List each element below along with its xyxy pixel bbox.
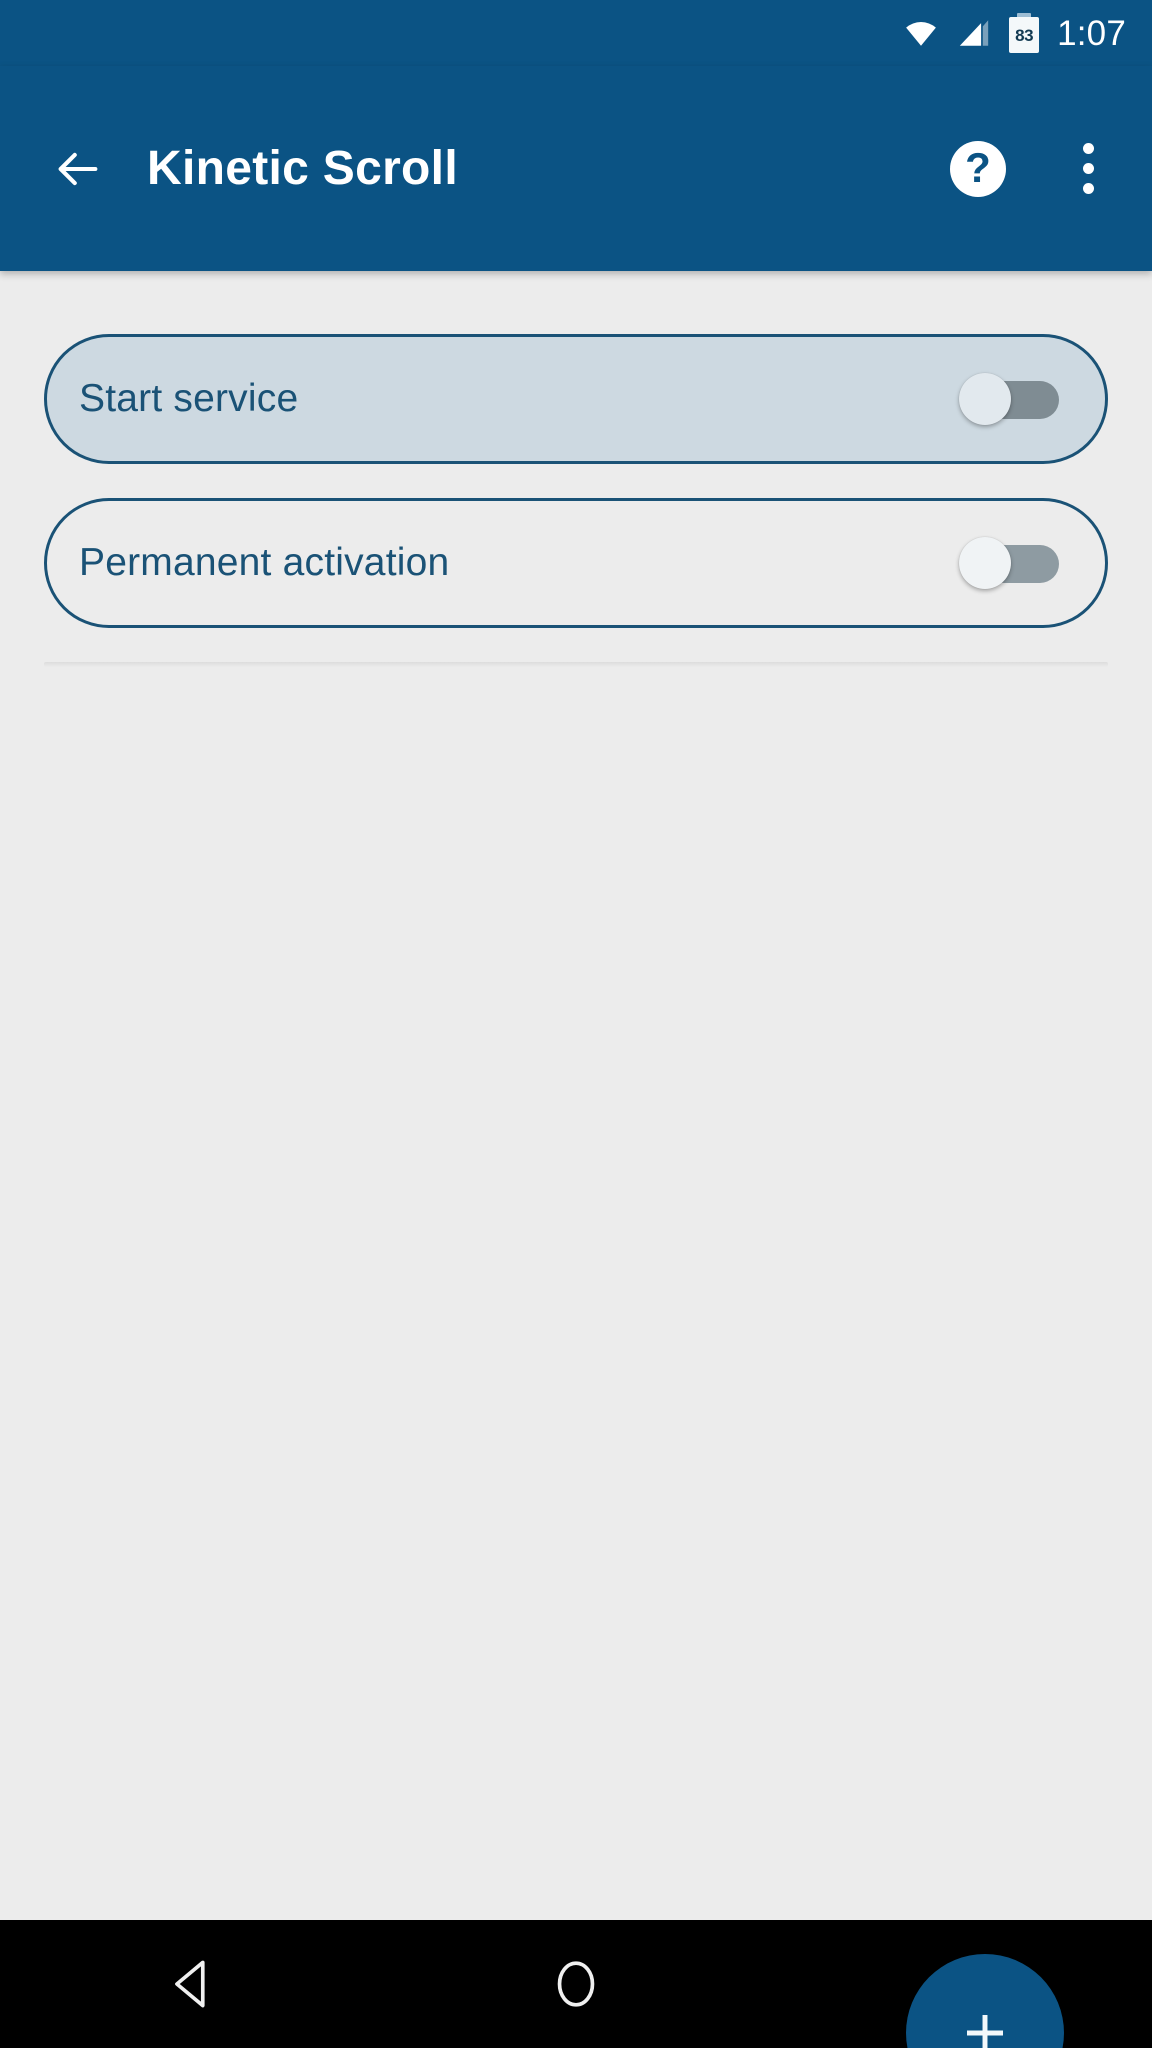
list-divider xyxy=(44,662,1108,667)
status-bar-clock: 1:07 xyxy=(1057,13,1126,53)
battery-body: 83 xyxy=(1009,17,1040,53)
more-vertical-icon-dot-2 xyxy=(1082,163,1094,174)
battery-level-text: 83 xyxy=(1015,25,1034,45)
preference-label: Start service xyxy=(79,377,299,420)
plus-icon xyxy=(967,2015,1003,2048)
more-vertical-icon-dot-3 xyxy=(1082,183,1094,194)
wifi-icon xyxy=(906,22,936,46)
preference-list: Start service Permanent activation xyxy=(0,334,1152,667)
help-glyph: ? xyxy=(965,143,991,191)
status-bar-icons: 83 1:07 xyxy=(899,13,1126,53)
overflow-menu-button[interactable] xyxy=(1052,129,1124,209)
back-button[interactable] xyxy=(42,133,114,205)
start-service-switch[interactable] xyxy=(959,373,1059,425)
app-bar: Kinetic Scroll ? xyxy=(0,66,1152,271)
help-question-icon: ? xyxy=(950,140,1006,197)
back-arrow-icon xyxy=(58,152,98,185)
help-button[interactable]: ? xyxy=(940,131,1016,207)
preference-label: Permanent activation xyxy=(79,541,450,584)
cellular-signal-icon xyxy=(959,20,989,46)
switch-thumb xyxy=(959,537,1011,589)
switch-thumb xyxy=(959,373,1011,425)
triangle-back-icon xyxy=(175,1960,205,2008)
permanent-activation-switch[interactable] xyxy=(959,537,1059,589)
app-bar-actions: ? xyxy=(940,129,1152,209)
page-title: Kinetic Scroll xyxy=(147,142,458,195)
more-vertical-icon-dot-1 xyxy=(1082,143,1094,154)
status-bar: 83 1:07 xyxy=(0,0,1152,66)
circle-home-icon xyxy=(557,1961,595,2007)
preference-row-permanent-activation[interactable]: Permanent activation xyxy=(44,498,1108,628)
nav-back-button[interactable] xyxy=(117,1920,267,2048)
phone-screen: 83 1:07 Kinetic Scroll ? Start service P… xyxy=(0,0,1152,2048)
nav-home-button[interactable] xyxy=(501,1920,651,2048)
content-area: Start service Permanent activation xyxy=(0,271,1152,2048)
preference-row-start-service[interactable]: Start service xyxy=(44,334,1108,464)
battery-icon: 83 xyxy=(1009,13,1040,53)
